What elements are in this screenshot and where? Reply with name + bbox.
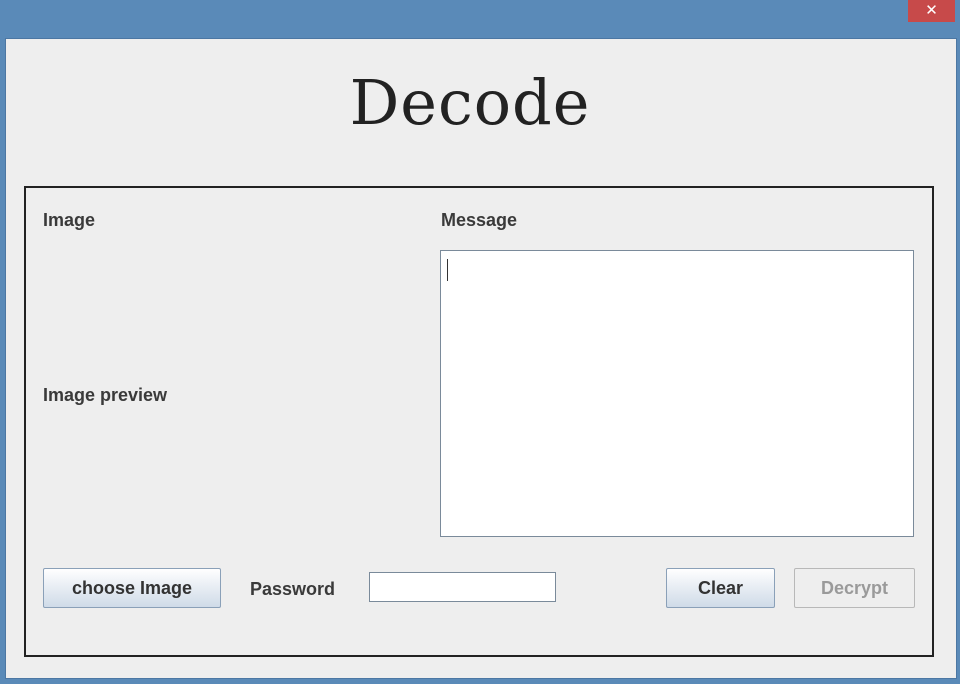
message-textarea[interactable] <box>440 250 914 537</box>
close-button[interactable]: ✕ <box>908 0 955 22</box>
page-title: Decode <box>349 66 591 139</box>
image-label: Image <box>43 210 96 230</box>
text-caret <box>447 259 448 281</box>
decode-window: ✕ Decode Image Message Image preview cho… <box>0 0 960 684</box>
message-label: Message <box>441 210 518 230</box>
password-field[interactable] <box>369 572 556 602</box>
title-bar[interactable]: ✕ <box>0 0 960 38</box>
choose-image-button[interactable]: choose Image <box>43 568 221 608</box>
image-preview-label: Image preview <box>43 385 168 405</box>
clear-button[interactable]: Clear <box>666 568 775 608</box>
decrypt-button: Decrypt <box>794 568 915 608</box>
password-label: Password <box>250 579 336 599</box>
